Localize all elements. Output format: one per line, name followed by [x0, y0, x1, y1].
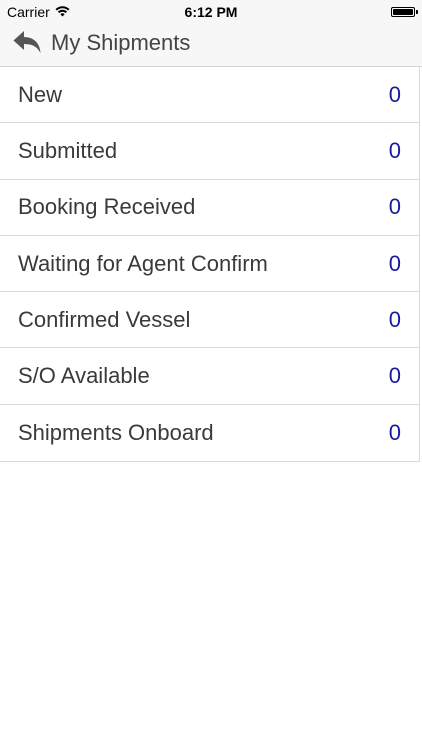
row-label: S/O Available: [18, 363, 150, 389]
reply-back-arrow-icon: [12, 29, 42, 60]
row-label: Submitted: [18, 137, 118, 163]
row-label: Waiting for Agent Confirm: [18, 250, 268, 276]
battery-level: [393, 9, 413, 15]
row-count: 0: [388, 306, 401, 332]
list-item-submitted[interactable]: Submitted 0: [0, 123, 419, 180]
battery-icon: [391, 7, 415, 17]
row-count: 0: [388, 419, 401, 445]
row-count: 0: [388, 250, 401, 276]
row-count: 0: [388, 363, 401, 389]
shipment-status-list: New 0 Submitted 0 Booking Received 0 Wai…: [0, 67, 420, 463]
row-label: Shipments Onboard: [18, 419, 214, 445]
list-item-so-available[interactable]: S/O Available 0: [0, 348, 419, 405]
status-time: 6:12 PM: [184, 4, 238, 20]
battery-tip: [416, 10, 418, 14]
list-item-new[interactable]: New 0: [0, 67, 419, 124]
row-label: Confirmed Vessel: [18, 306, 191, 332]
row-count: 0: [388, 137, 401, 163]
status-bar: Carrier 6:12 PM: [0, 0, 422, 24]
back-button[interactable]: [10, 28, 44, 60]
row-count: 0: [388, 81, 401, 107]
list-item-waiting-for-agent-confirm[interactable]: Waiting for Agent Confirm 0: [0, 236, 419, 293]
navigation-bar: My Shipments: [0, 24, 422, 67]
row-label: New: [18, 81, 63, 107]
row-count: 0: [388, 194, 401, 220]
list-item-shipments-onboard[interactable]: Shipments Onboard 0: [0, 405, 419, 461]
list-item-booking-received[interactable]: Booking Received 0: [0, 180, 419, 236]
row-label: Booking Received: [18, 194, 196, 220]
page-title: My Shipments: [51, 30, 191, 55]
list-item-confirmed-vessel[interactable]: Confirmed Vessel 0: [0, 292, 419, 349]
